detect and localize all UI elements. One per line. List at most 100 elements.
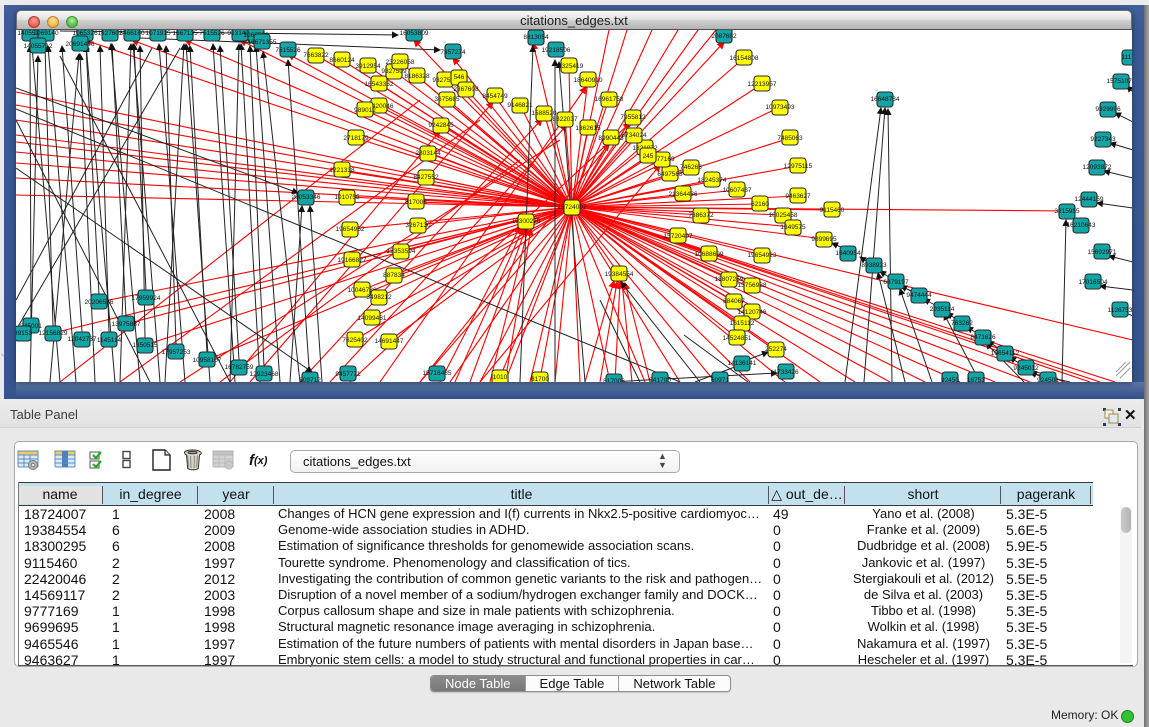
svg-text:16782759: 16782759 [225, 364, 254, 371]
svg-text:9245012: 9245012 [1013, 365, 1039, 372]
svg-text:10607487: 10607487 [723, 187, 752, 194]
svg-text:10973493: 10973493 [766, 104, 795, 111]
svg-text:92450: 92450 [941, 377, 959, 382]
svg-text:62160: 62160 [751, 201, 769, 208]
svg-text:1145114: 1145114 [97, 337, 122, 344]
svg-text:12353594: 12353594 [387, 248, 416, 255]
svg-text:924501: 924501 [1037, 377, 1059, 382]
svg-text:1640954: 1640954 [835, 250, 861, 257]
svg-text:1350515: 1350515 [132, 342, 158, 349]
svg-text:8427552: 8427552 [413, 174, 439, 181]
svg-text:2087682: 2087682 [711, 33, 737, 40]
svg-text:12213957: 12213957 [748, 81, 777, 88]
svg-text:8938923: 8938923 [861, 262, 887, 269]
svg-text:9242845: 9242845 [428, 122, 454, 129]
svg-text:9899695: 9899695 [811, 236, 837, 243]
svg-text:546: 546 [454, 74, 465, 81]
svg-text:3215955: 3215955 [1054, 208, 1080, 215]
svg-text:6734024: 6734024 [621, 132, 647, 139]
svg-text:7625402: 7625402 [342, 337, 368, 344]
svg-text:16753: 16753 [967, 377, 985, 382]
svg-text:12042737: 12042737 [68, 336, 97, 343]
svg-text:9146821: 9146821 [507, 102, 533, 109]
svg-text:8990443: 8990443 [598, 135, 624, 142]
svg-text:14136141: 14136141 [728, 360, 757, 367]
svg-text:16053809: 16053809 [400, 30, 429, 37]
svg-text:1221338: 1221338 [329, 167, 355, 174]
svg-text:19218506: 19218506 [542, 47, 571, 54]
svg-text:15692971: 15692971 [1088, 249, 1117, 256]
svg-text:817006: 817006 [603, 378, 625, 382]
svg-text:16961758: 16961758 [595, 96, 624, 103]
svg-text:7515526: 7515526 [275, 47, 301, 54]
svg-text:16648784: 16648784 [871, 96, 900, 103]
svg-text:7357274: 7357274 [440, 49, 466, 56]
svg-text:(x): (x) [254, 455, 268, 467]
svg-text:10654112: 10654112 [991, 350, 1020, 357]
svg-text:8322037: 8322037 [552, 116, 578, 123]
svg-text:17959924: 17959924 [132, 295, 161, 302]
svg-text:3912954: 3912954 [355, 63, 381, 70]
svg-text:8186328: 8186328 [404, 73, 430, 80]
svg-text:10688609: 10688609 [695, 251, 724, 258]
svg-text:14524851: 14524851 [723, 335, 752, 342]
svg-text:2367608: 2367608 [453, 86, 479, 93]
svg-text:16543362: 16543362 [365, 81, 394, 88]
svg-text:20691406: 20691406 [66, 41, 95, 48]
svg-text:8813054: 8813054 [523, 34, 549, 41]
svg-text:7485063: 7485063 [777, 135, 803, 142]
svg-text:6466160: 6466160 [119, 30, 145, 37]
svg-text:18245374: 18245374 [698, 177, 727, 184]
svg-text:10025458: 10025458 [769, 212, 798, 219]
svg-text:16210643: 16210643 [1067, 222, 1096, 229]
svg-text:12156829: 12156829 [39, 330, 68, 337]
svg-text:14099481: 14099481 [358, 315, 387, 322]
svg-text:941700: 941700 [649, 377, 671, 382]
svg-text:884067: 884067 [723, 298, 745, 305]
svg-text:17016504: 17016504 [1079, 279, 1108, 286]
svg-text:23226058: 23226058 [386, 59, 415, 66]
svg-text:1667135: 1667135 [172, 30, 198, 37]
svg-text:7955812: 7955812 [620, 114, 646, 121]
svg-text:6497568: 6497568 [657, 171, 683, 178]
svg-text:7663822: 7663822 [303, 52, 329, 59]
svg-text:81700: 81700 [531, 376, 549, 382]
svg-text:9457771: 9457771 [335, 371, 361, 378]
svg-text:817006: 817006 [405, 199, 427, 206]
svg-text:3498212: 3498212 [366, 294, 392, 301]
svg-text:12923468: 12923468 [250, 371, 279, 378]
svg-text:18640910: 18640910 [574, 77, 603, 84]
svg-text:19384554: 19384554 [605, 271, 634, 278]
svg-text:10958107: 10958107 [193, 357, 222, 364]
svg-text:9474444: 9474444 [906, 292, 932, 299]
svg-text:1126753: 1126753 [1108, 307, 1132, 314]
svg-text:9329996: 9329996 [1095, 106, 1121, 113]
svg-text:21364436: 21364436 [669, 191, 698, 198]
svg-text:1010: 1010 [493, 374, 508, 381]
svg-text:887834: 887834 [383, 272, 405, 279]
svg-text:14120746: 14120746 [738, 309, 767, 316]
svg-text:3267130: 3267130 [405, 222, 431, 229]
svg-text:20053346: 20053346 [292, 194, 321, 201]
svg-text:9115460: 9115460 [820, 207, 845, 214]
svg-text:7386372: 7386372 [688, 212, 714, 219]
svg-text:252274: 252274 [765, 346, 787, 353]
svg-text:9227343: 9227343 [1090, 136, 1116, 143]
svg-text:12444159: 12444159 [1075, 196, 1104, 203]
svg-text:15716485: 15716485 [423, 370, 452, 377]
svg-text:1071915: 1071915 [145, 30, 171, 37]
svg-text:14691447: 14691447 [375, 338, 404, 345]
svg-text:14055712: 14055712 [24, 43, 53, 50]
svg-text:15751074: 15751074 [1107, 78, 1132, 85]
svg-text:39153: 39153 [16, 330, 32, 337]
svg-text:19654923: 19654923 [748, 252, 777, 259]
svg-text:609712: 609712 [299, 377, 321, 382]
svg-text:11174: 11174 [1121, 54, 1132, 61]
svg-text:19166827: 19166827 [338, 257, 367, 264]
svg-text:16671355: 16671355 [248, 39, 277, 46]
svg-text:1733426: 1733426 [773, 369, 799, 376]
svg-text:245: 245 [643, 153, 654, 160]
svg-text:15756928: 15756928 [738, 282, 767, 289]
svg-text:2803144: 2803144 [415, 150, 441, 157]
svg-text:1010755: 1010755 [334, 194, 360, 201]
